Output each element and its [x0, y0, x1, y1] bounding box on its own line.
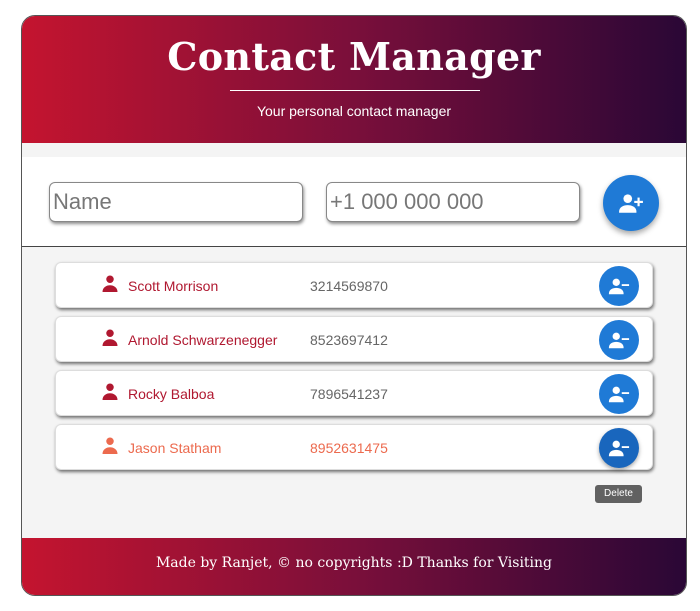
- phone-input[interactable]: [326, 182, 580, 222]
- contact-name: Rocky Balboa: [128, 386, 215, 402]
- person-remove-icon: [608, 440, 630, 457]
- person-remove-icon: [608, 386, 630, 403]
- delete-contact-button[interactable]: [599, 320, 639, 360]
- contact-phone: 7896541237: [310, 386, 388, 402]
- contact-card: Rocky Balboa 7896541237: [55, 370, 653, 416]
- page-title: Contact Manager: [167, 34, 541, 79]
- delete-tooltip: Delete: [595, 485, 642, 503]
- add-contact-form: [22, 157, 686, 247]
- header: Contact Manager Your personal contact ma…: [22, 16, 686, 143]
- person-add-icon: [619, 194, 643, 213]
- contact-name: Arnold Schwarzenegger: [128, 332, 278, 348]
- contact-card: Jason Statham 8952631475: [55, 424, 653, 470]
- footer: Made by Ranjet, © no copyrights :D Thank…: [22, 538, 686, 595]
- person-icon: [102, 437, 118, 454]
- person-remove-icon: [608, 332, 630, 349]
- delete-contact-button[interactable]: [599, 266, 639, 306]
- person-icon: [102, 275, 118, 292]
- person-remove-icon: [608, 278, 630, 295]
- person-icon: [102, 383, 118, 400]
- title-divider: [230, 90, 480, 91]
- contact-phone: 3214569870: [310, 278, 388, 294]
- contact-phone: 8952631475: [310, 440, 388, 456]
- person-icon: [102, 329, 118, 346]
- name-input[interactable]: [49, 182, 303, 222]
- contact-card: Scott Morrison 3214569870: [55, 262, 653, 308]
- add-contact-button[interactable]: [603, 175, 659, 231]
- contact-name: Jason Statham: [128, 440, 222, 456]
- app-container: Contact Manager Your personal contact ma…: [21, 15, 687, 596]
- contact-name: Scott Morrison: [128, 278, 219, 294]
- delete-contact-button[interactable]: [599, 374, 639, 414]
- page-subtitle: Your personal contact manager: [256, 103, 452, 119]
- delete-contact-button[interactable]: [599, 428, 639, 468]
- contact-phone: 8523697412: [310, 332, 388, 348]
- contact-card: Arnold Schwarzenegger 8523697412: [55, 316, 653, 362]
